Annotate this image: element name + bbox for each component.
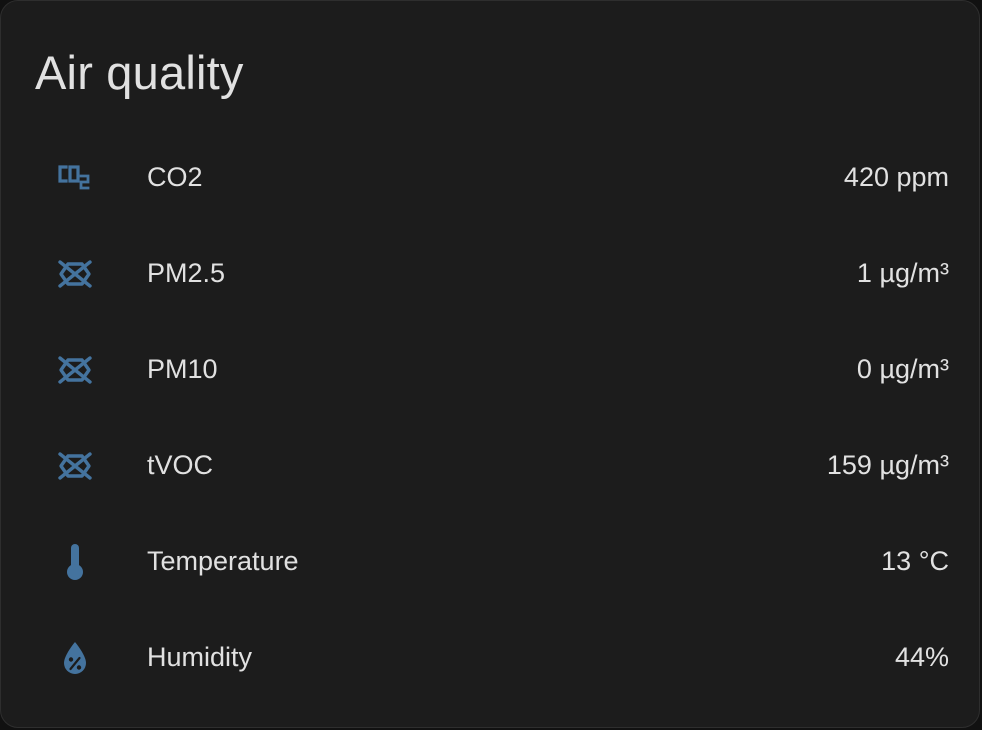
entity-value: 420 ppm: [843, 162, 949, 192]
entity-value: 13 °C: [881, 546, 949, 576]
entity-row-humidity[interactable]: Humidity 44%: [1, 610, 981, 706]
entity-label: tVOC: [147, 450, 214, 480]
entity-label: CO2: [147, 162, 203, 192]
entity-value: 159 µg/m³: [826, 450, 949, 480]
entity-row-temperature[interactable]: Temperature 13 °C: [1, 514, 981, 610]
water-percent-icon: [51, 634, 99, 682]
entity-label: Temperature: [147, 546, 299, 576]
molecule-icon: [51, 250, 99, 298]
entity-value: 0 µg/m³: [856, 354, 949, 384]
thermometer-icon: [51, 538, 99, 586]
entity-value: 44%: [894, 642, 949, 672]
entity-row-pm10[interactable]: PM10 0 µg/m³: [1, 322, 981, 418]
entity-list: CO2 420 ppm PM2.5 1 µg/m³ PM10 0 µg/m³ t…: [1, 130, 981, 706]
molecule-icon: [51, 442, 99, 490]
entity-label: PM2.5: [147, 258, 226, 288]
molecule-co2-icon: [51, 154, 99, 202]
molecule-icon: [51, 346, 99, 394]
entity-row-co2[interactable]: CO2 420 ppm: [1, 130, 981, 226]
entity-label: PM10: [147, 354, 218, 384]
entity-row-tvoc[interactable]: tVOC 159 µg/m³: [1, 418, 981, 514]
air-quality-card: Air quality CO2 420 ppm PM2.5 1 µg/m³ PM…: [0, 0, 980, 728]
card-title: Air quality: [35, 46, 244, 99]
entity-value: 1 µg/m³: [856, 258, 949, 288]
entity-label: Humidity: [147, 642, 253, 672]
entity-row-pm25[interactable]: PM2.5 1 µg/m³: [1, 226, 981, 322]
